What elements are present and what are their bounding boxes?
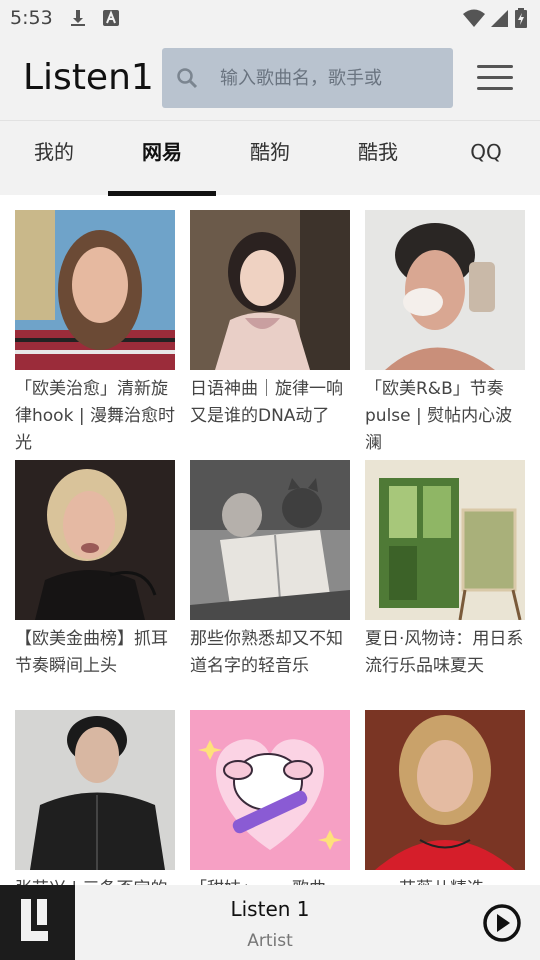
playlist-cover-image <box>15 460 175 620</box>
playlist-card[interactable]: ……艾薇儿精选 <box>365 710 525 885</box>
playlist-title: 「欧美R&B」节奏pulse | 熨帖内心波澜 <box>365 379 513 453</box>
playlist-title: 日语神曲｜旋律一响又是谁的DNA动了 <box>190 379 343 426</box>
playlist-grid: 「欧美治愈」清新旋律hook | 漫舞治愈时光 日语神曲｜旋律一响又是谁的DNA… <box>0 195 540 885</box>
now-playing-artist: Artist <box>247 931 293 951</box>
tab-qq[interactable]: QQ <box>432 121 540 196</box>
playlist-title: ……艾薇儿精选 <box>365 876 525 885</box>
menu-icon[interactable] <box>477 65 513 91</box>
keyboard-a-icon <box>103 10 119 26</box>
source-tabs: 我的 网易 酷狗 酷我 QQ <box>0 120 540 196</box>
playlist-cover-image <box>190 710 350 870</box>
playlist-cover-image <box>365 710 525 870</box>
listen1-logo-icon[interactable] <box>0 885 75 960</box>
playlist-card[interactable]: 【欧美金曲榜】抓耳节奏瞬间上头 <box>15 460 175 707</box>
playlist-cover-image <box>15 710 175 870</box>
play-icon[interactable] <box>482 903 522 943</box>
now-playing-title: Listen 1 <box>230 897 310 921</box>
playlist-card[interactable]: 张艺兴 | 三条否定的 <box>15 710 175 885</box>
playlist-title: 夏日·风物诗：用日系流行乐品味夏天 <box>365 629 524 676</box>
tab-netease[interactable]: 网易 <box>108 121 216 196</box>
status-time: 5:53 <box>10 7 53 29</box>
playlist-card[interactable]: 「欧美R&B」节奏pulse | 熨帖内心波澜 <box>365 210 525 457</box>
playlist-card[interactable]: 夏日·风物诗：用日系流行乐品味夏天 <box>365 460 525 707</box>
playlist-cover-image <box>365 460 525 620</box>
playlist-title: 那些你熟悉却又不知道名字的轻音乐 <box>190 629 343 676</box>
playlist-title: 张艺兴 | 三条否定的 <box>15 876 175 885</box>
search-box[interactable] <box>162 48 453 108</box>
playlist-cover-image <box>190 210 350 370</box>
battery-icon <box>515 8 527 28</box>
playlist-title: 「欧美治愈」清新旋律hook | 漫舞治愈时光 <box>15 379 175 453</box>
app-title: Listen1 <box>23 57 154 98</box>
tab-mine[interactable]: 我的 <box>0 121 108 196</box>
playlist-cover-image <box>190 460 350 620</box>
playlist-title: 【欧美金曲榜】抓耳节奏瞬间上头 <box>15 629 168 676</box>
search-icon <box>177 68 198 89</box>
app-header: Listen1 <box>0 36 540 120</box>
signal-icon <box>491 10 508 27</box>
playlist-cover-image <box>365 210 525 370</box>
playlist-card[interactable]: 「甜妹」……歌曲 <box>190 710 350 885</box>
status-bar: 5:53 <box>0 0 540 36</box>
playlist-title: 「甜妹」……歌曲 <box>190 876 350 885</box>
playlist-card[interactable]: 那些你熟悉却又不知道名字的轻音乐 <box>190 460 350 707</box>
search-input[interactable] <box>220 48 420 108</box>
wifi-icon <box>463 9 485 27</box>
playlist-card[interactable]: 「欧美治愈」清新旋律hook | 漫舞治愈时光 <box>15 210 175 457</box>
tab-kuwo[interactable]: 酷我 <box>324 121 432 196</box>
playlist-card[interactable]: 日语神曲｜旋律一响又是谁的DNA动了 <box>190 210 350 457</box>
download-icon <box>71 10 85 26</box>
tab-kugou[interactable]: 酷狗 <box>216 121 324 196</box>
now-playing-bar[interactable]: Listen 1 Artist <box>0 885 540 960</box>
playlist-cover-image <box>15 210 175 370</box>
